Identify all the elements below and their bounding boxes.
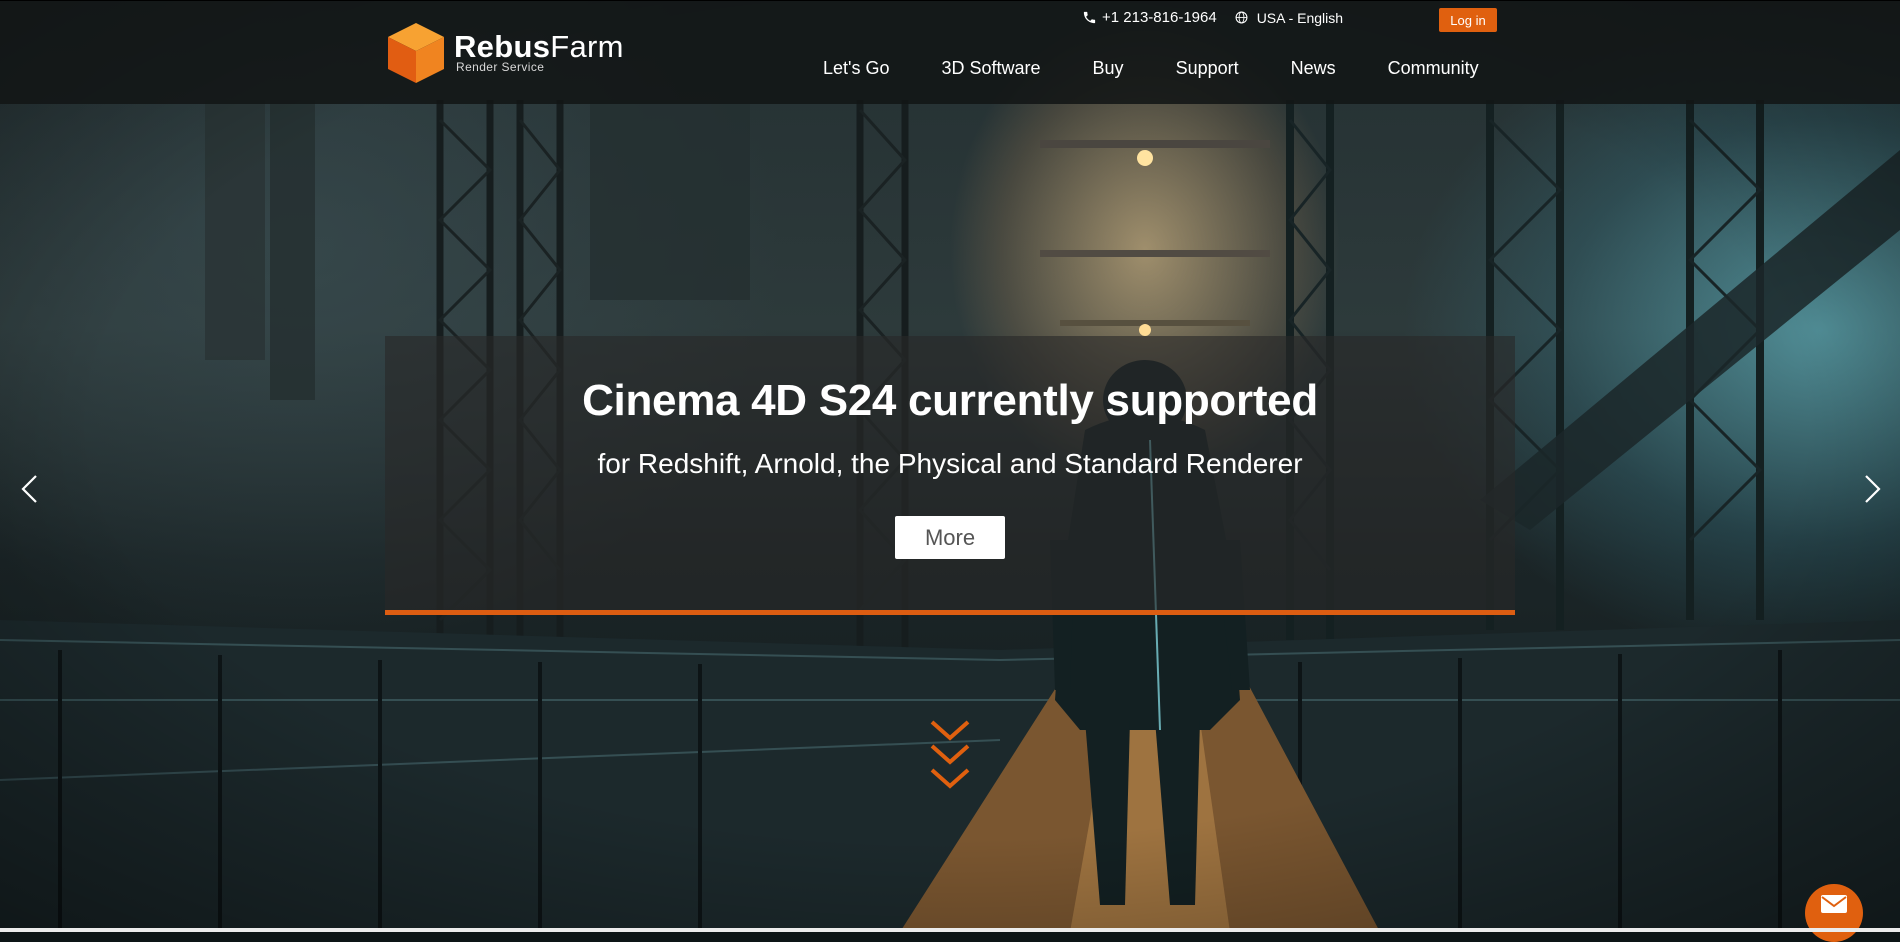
nav-item-lets-go[interactable]: Let's Go [823,58,889,79]
globe-icon [1235,11,1248,24]
nav-item-3d-software[interactable]: 3D Software [941,58,1040,79]
chevron-left-icon[interactable] [16,472,46,506]
more-button[interactable]: More [895,516,1005,559]
nav-item-buy[interactable]: Buy [1093,58,1124,79]
nav-item-community[interactable]: Community [1388,58,1479,79]
phone-link[interactable]: +1 213-816-1964 [1082,9,1217,26]
slide-caption-accent-line [385,610,1515,615]
chevron-right-icon[interactable] [1856,472,1886,506]
slide-subtitle: for Redshift, Arnold, the Physical and S… [597,448,1303,479]
language-label: USA - English [1256,9,1344,26]
page-bottom-edge [0,928,1900,932]
envelope-icon [1821,895,1847,913]
logo-wordmark: RebusFarm Render Service [454,29,624,74]
contact-button[interactable] [1805,884,1863,942]
main-nav: Let's Go 3D Software Buy Support News Co… [823,58,1479,79]
triple-chevron-down-icon[interactable] [928,716,972,796]
logo-name: RebusFarm [454,29,624,64]
language-selector[interactable]: USA - English [1235,10,1343,26]
phone-icon [1083,11,1096,24]
phone-number: +1 213-816-1964 [1102,9,1217,26]
site-header: RebusFarm Render Service +1 213-816-1964… [0,0,1900,104]
slide-title: Cinema 4D S24 currently supported [582,376,1318,425]
header-topbar: +1 213-816-1964 USA - English [1082,9,1343,26]
nav-item-support[interactable]: Support [1176,58,1239,79]
rebusfarm-logo[interactable]: RebusFarm Render Service [386,21,624,85]
logo-tagline: Render Service [456,60,545,74]
nav-item-news[interactable]: News [1291,58,1336,79]
login-button[interactable]: Log in [1439,8,1497,32]
cube-logo-icon [388,23,444,83]
